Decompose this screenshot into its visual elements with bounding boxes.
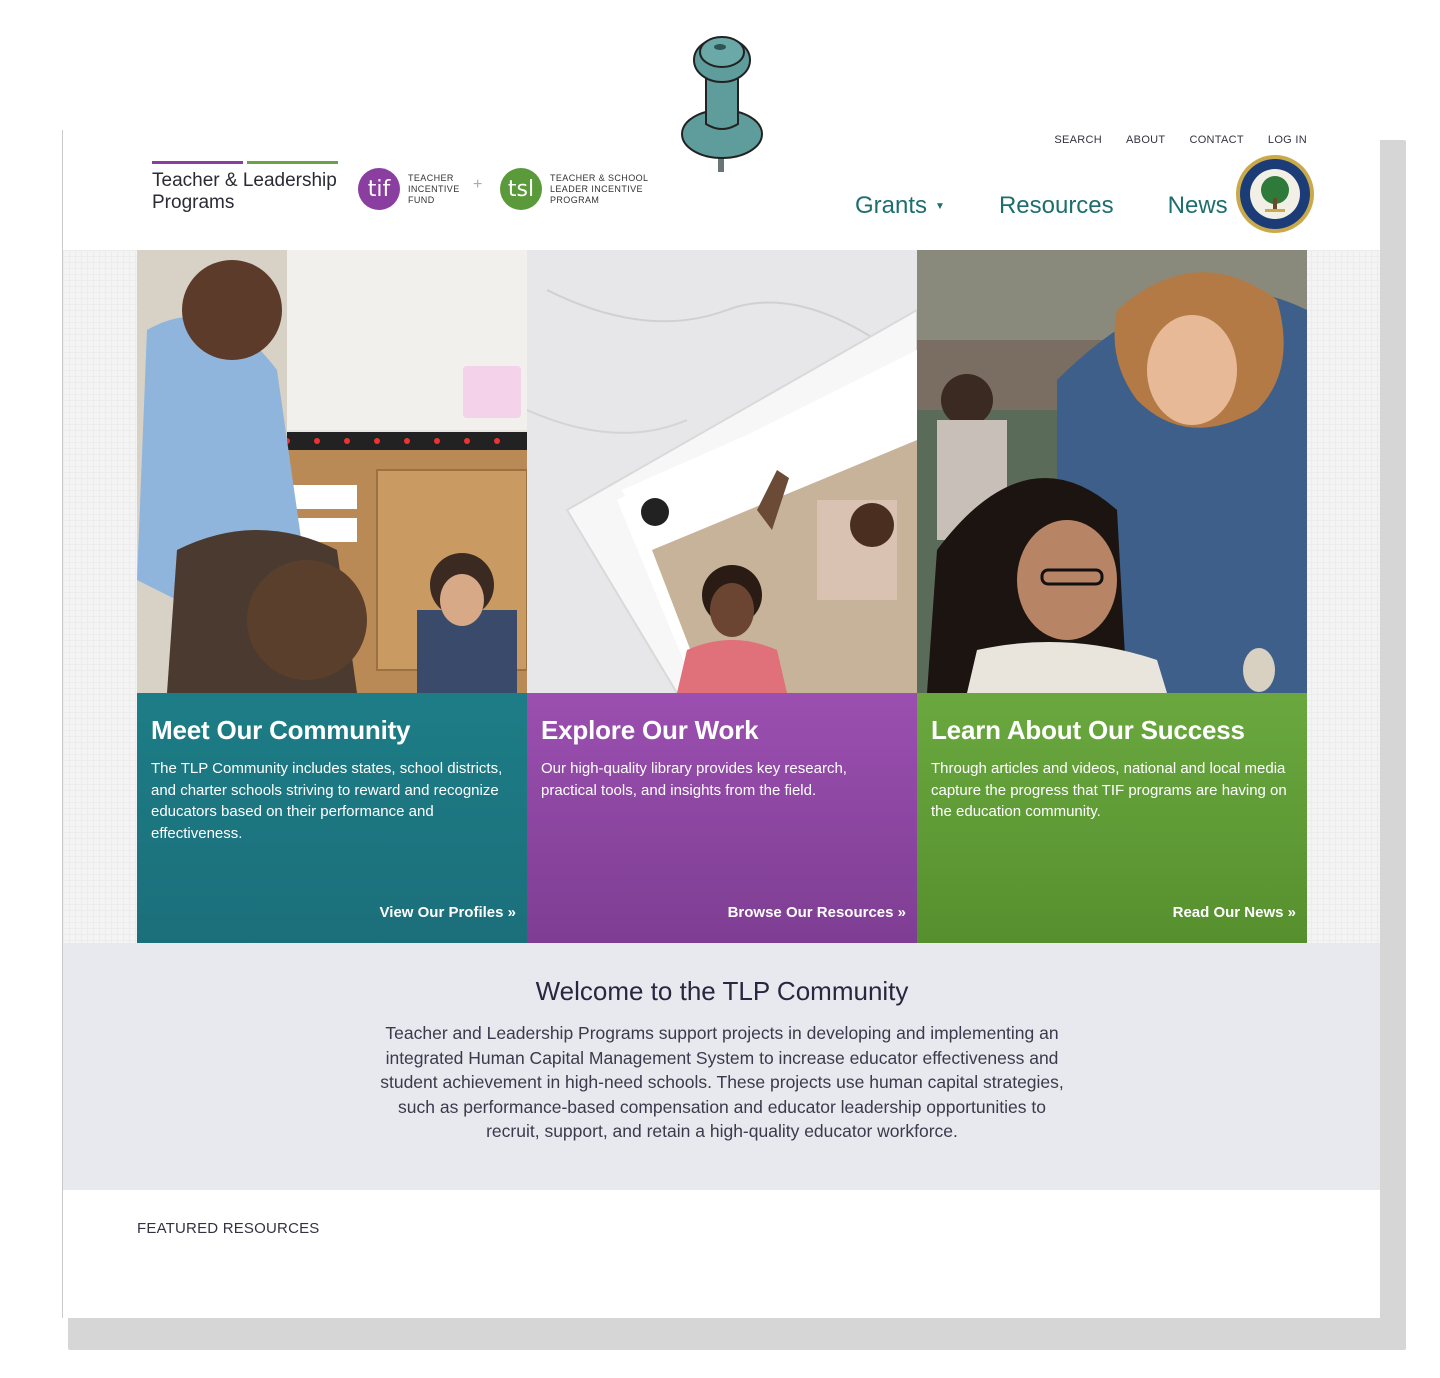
tsl-logo[interactable]: tsl TEACHER & SCHOOL LEADER INCENTIVE PR…: [500, 168, 648, 210]
card-community-text: The TLP Community includes states, schoo…: [151, 760, 503, 842]
view-profiles-link[interactable]: View Our Profiles »: [380, 904, 516, 921]
welcome-text: Teacher and Leadership Programs support …: [380, 1023, 1064, 1141]
card-success-text: Through articles and videos, national an…: [931, 760, 1287, 820]
card-work: Explore Our Work Our high-quality librar…: [527, 250, 917, 943]
about-link[interactable]: ABOUT: [1126, 134, 1165, 146]
read-news-link[interactable]: Read Our News »: [1173, 904, 1296, 921]
card-work-title: Explore Our Work: [541, 715, 759, 745]
tsl-label: TEACHER & SCHOOL LEADER INCENTIVE PROGRA…: [550, 172, 649, 205]
plus-separator: +: [473, 176, 483, 193]
card-community-title: Meet Our Community: [151, 715, 411, 745]
card-work-text: Our high-quality library provides key re…: [541, 760, 847, 799]
tablet-resources-photo: [527, 250, 917, 693]
nav-grants-label: Grants: [855, 192, 928, 219]
contact-link[interactable]: CONTACT: [1189, 134, 1243, 146]
feature-cards: Meet Our Community The TLP Community inc…: [137, 250, 1307, 943]
card-work-panel: Explore Our Work Our high-quality librar…: [527, 693, 917, 943]
nav-resources[interactable]: Resources: [999, 192, 1114, 220]
pushpin-icon: [681, 36, 763, 172]
logo-rule: [152, 161, 338, 164]
card-community: Meet Our Community The TLP Community inc…: [137, 250, 527, 943]
department-seal-icon[interactable]: [1235, 154, 1315, 234]
tif-logo[interactable]: tif TEACHER INCENTIVE FUND: [358, 168, 460, 210]
welcome-section: Welcome to the TLP Community Teacher and…: [63, 943, 1380, 1190]
browse-resources-link[interactable]: Browse Our Resources »: [728, 904, 906, 921]
search-link[interactable]: SEARCH: [1054, 134, 1102, 146]
card-community-panel: Meet Our Community The TLP Community inc…: [137, 693, 527, 943]
utility-nav: SEARCH ABOUT CONTACT LOG IN: [1054, 134, 1307, 146]
teacher-student-photo: [917, 250, 1307, 693]
featured-resources-heading: FEATURED RESOURCES: [137, 1220, 320, 1237]
caret-down-icon: ▼: [935, 200, 945, 212]
nav-grants[interactable]: Grants ▼: [855, 192, 945, 220]
card-success-title: Learn About Our Success: [931, 715, 1245, 745]
teacher-classroom-photo: [137, 250, 527, 693]
welcome-heading: Welcome to the TLP Community: [535, 976, 909, 1006]
tif-label: TEACHER INCENTIVE FUND: [408, 172, 460, 205]
nav-news[interactable]: News: [1168, 192, 1228, 220]
site-title-line1: Teacher & Leadership: [152, 170, 337, 191]
browser-page: SEARCH ABOUT CONTACT LOG IN Teacher & Le…: [62, 130, 1380, 1318]
main-nav: Grants ▼ Resources News: [855, 192, 1228, 220]
tsl-badge: tsl: [500, 168, 542, 210]
card-success: Learn About Our Success Through articles…: [917, 250, 1307, 943]
card-success-panel: Learn About Our Success Through articles…: [917, 693, 1307, 943]
site-logo[interactable]: Teacher & Leadership Programs: [152, 161, 338, 214]
login-link[interactable]: LOG IN: [1268, 134, 1307, 146]
site-title-line2: Programs: [152, 192, 235, 213]
tif-badge: tif: [358, 168, 400, 210]
